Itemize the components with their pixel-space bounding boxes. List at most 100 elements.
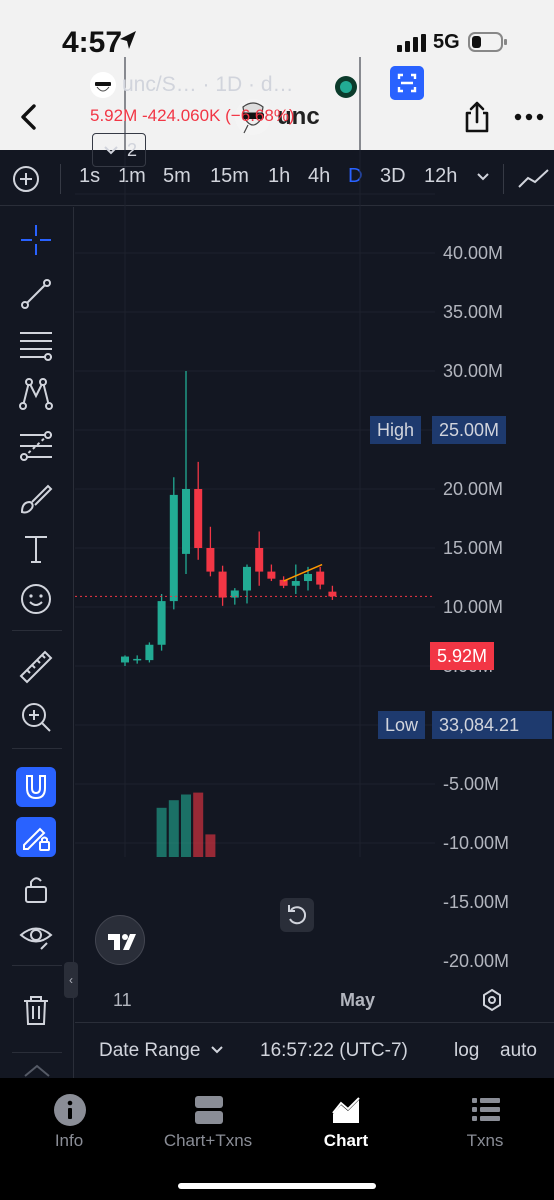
toolbar-divider xyxy=(12,630,62,631)
tab-label: Chart xyxy=(323,1131,369,1150)
auto-scale-toggle[interactable]: auto xyxy=(500,1040,537,1062)
zoom-in-icon xyxy=(22,703,51,732)
tradingview-icon xyxy=(108,934,136,950)
trend-line-tool[interactable] xyxy=(16,274,56,314)
volume-bar xyxy=(193,792,204,857)
brush-tool[interactable] xyxy=(16,479,56,519)
chart-icon xyxy=(332,1097,360,1123)
toolbar-divider xyxy=(12,1052,62,1053)
price-tick: 30.00M xyxy=(443,361,504,381)
volume-bar xyxy=(156,807,167,857)
text-icon xyxy=(25,536,47,563)
ohlc-change: 5.92M -424.060K (−6.68%) xyxy=(90,106,295,125)
tab-chart-txns[interactable]: Chart+Txns xyxy=(143,1094,273,1154)
candle-body xyxy=(169,494,178,602)
candle-body xyxy=(328,591,337,597)
candle-body xyxy=(243,566,251,591)
visibility-tool[interactable] xyxy=(16,917,56,957)
drawing-toolbar xyxy=(0,207,74,1078)
candle-body xyxy=(304,573,312,582)
current-price-tag: 5.92M xyxy=(430,642,495,670)
candle-body xyxy=(194,489,203,548)
fib-tool[interactable] xyxy=(16,426,56,466)
pattern-tool[interactable] xyxy=(16,374,56,414)
candle-body xyxy=(206,548,215,572)
indicator-count: 2 xyxy=(127,140,138,160)
price-tick: 15.00M xyxy=(443,538,504,558)
home-indicator xyxy=(178,1183,376,1189)
pencil-lock-icon xyxy=(23,827,50,851)
time-tick: 11 xyxy=(113,990,132,1010)
remove-drawings-tool[interactable] xyxy=(16,990,56,1030)
tab-txns[interactable]: Txns xyxy=(420,1094,550,1154)
ruler-icon xyxy=(19,650,53,684)
price-tick: -5.00M xyxy=(443,774,500,794)
chevron-up-icon[interactable] xyxy=(22,1062,52,1078)
candle-body xyxy=(316,571,325,585)
tab-label: Chart+Txns xyxy=(163,1131,253,1150)
high-value: 25.00M xyxy=(432,416,507,444)
list-icon xyxy=(472,1098,500,1121)
tab-chart[interactable]: Chart xyxy=(281,1094,411,1154)
volume-bar xyxy=(168,800,179,857)
lock-tool[interactable] xyxy=(16,869,56,909)
price-tick: -20.00M xyxy=(443,951,510,971)
brush-icon xyxy=(20,484,53,514)
lock-drawings-toggle[interactable] xyxy=(16,817,56,857)
zoom-tool[interactable] xyxy=(16,697,56,737)
toolbar-divider xyxy=(12,965,62,966)
toolbar-divider xyxy=(12,748,62,749)
horizontal-lines-tool[interactable] xyxy=(16,324,56,364)
rotate-ccw-icon xyxy=(288,905,307,925)
symbol-avatar-icon xyxy=(90,72,116,98)
log-scale-toggle[interactable]: log xyxy=(454,1040,479,1062)
unlock-icon xyxy=(25,877,47,903)
trend-line-icon xyxy=(21,279,51,309)
low-label: Low xyxy=(378,711,426,739)
date-range-dropdown[interactable]: Date Range xyxy=(99,1040,200,1062)
tradingview-logo[interactable] xyxy=(95,915,145,965)
reset-chart-button[interactable] xyxy=(280,898,314,932)
market-status-indicator xyxy=(335,76,357,98)
symbol-title[interactable]: unc/S… · 1D · d… xyxy=(122,73,294,97)
candle-body xyxy=(157,601,166,645)
cellular-signal-icon xyxy=(397,34,426,52)
low-value: 33,084.21 xyxy=(432,711,552,739)
crosshair-icon xyxy=(21,225,51,255)
indicators-collapse-button[interactable]: 2 xyxy=(92,133,146,167)
chevron-left-icon: ‹ xyxy=(69,973,73,987)
info-icon xyxy=(54,1094,86,1126)
status-time: 4:57 xyxy=(62,26,123,59)
fibonacci-icon xyxy=(20,431,52,461)
chevron-down-icon[interactable] xyxy=(210,1045,224,1055)
toolbar-divider xyxy=(60,164,61,194)
add-symbol-icon[interactable] xyxy=(12,165,40,193)
price-tick: 20.00M xyxy=(443,479,504,499)
split-view-icon xyxy=(195,1096,223,1124)
pattern-icon xyxy=(19,378,53,410)
network-type: 5G xyxy=(433,31,460,53)
candle-body xyxy=(121,656,129,663)
magnet-mode-toggle[interactable] xyxy=(16,767,56,807)
fullscreen-icon[interactable] xyxy=(390,66,424,100)
time-tick: May xyxy=(340,990,376,1010)
tab-label: Info xyxy=(54,1131,84,1150)
back-arrow-icon[interactable] xyxy=(14,102,44,132)
measure-tool[interactable] xyxy=(16,647,56,687)
volume-bar xyxy=(181,794,191,857)
battery-icon xyxy=(468,32,507,52)
emoji-tool[interactable] xyxy=(16,579,56,619)
crosshair-tool[interactable] xyxy=(16,220,56,260)
eye-icon xyxy=(19,927,53,950)
toolbar-collapse-tab[interactable]: ‹ xyxy=(64,962,78,998)
tab-info[interactable]: Info xyxy=(4,1094,134,1154)
text-tool[interactable] xyxy=(16,529,56,569)
axis-settings-icon[interactable] xyxy=(480,988,504,1012)
chevron-down-icon xyxy=(104,146,118,155)
chart-clock[interactable]: 16:57:22 (UTC-7) xyxy=(260,1040,408,1062)
candle-body xyxy=(133,658,142,661)
smiley-icon xyxy=(21,584,51,614)
candle-body xyxy=(267,571,276,579)
location-arrow-icon xyxy=(120,31,136,49)
price-tick: -15.00M xyxy=(443,892,510,912)
